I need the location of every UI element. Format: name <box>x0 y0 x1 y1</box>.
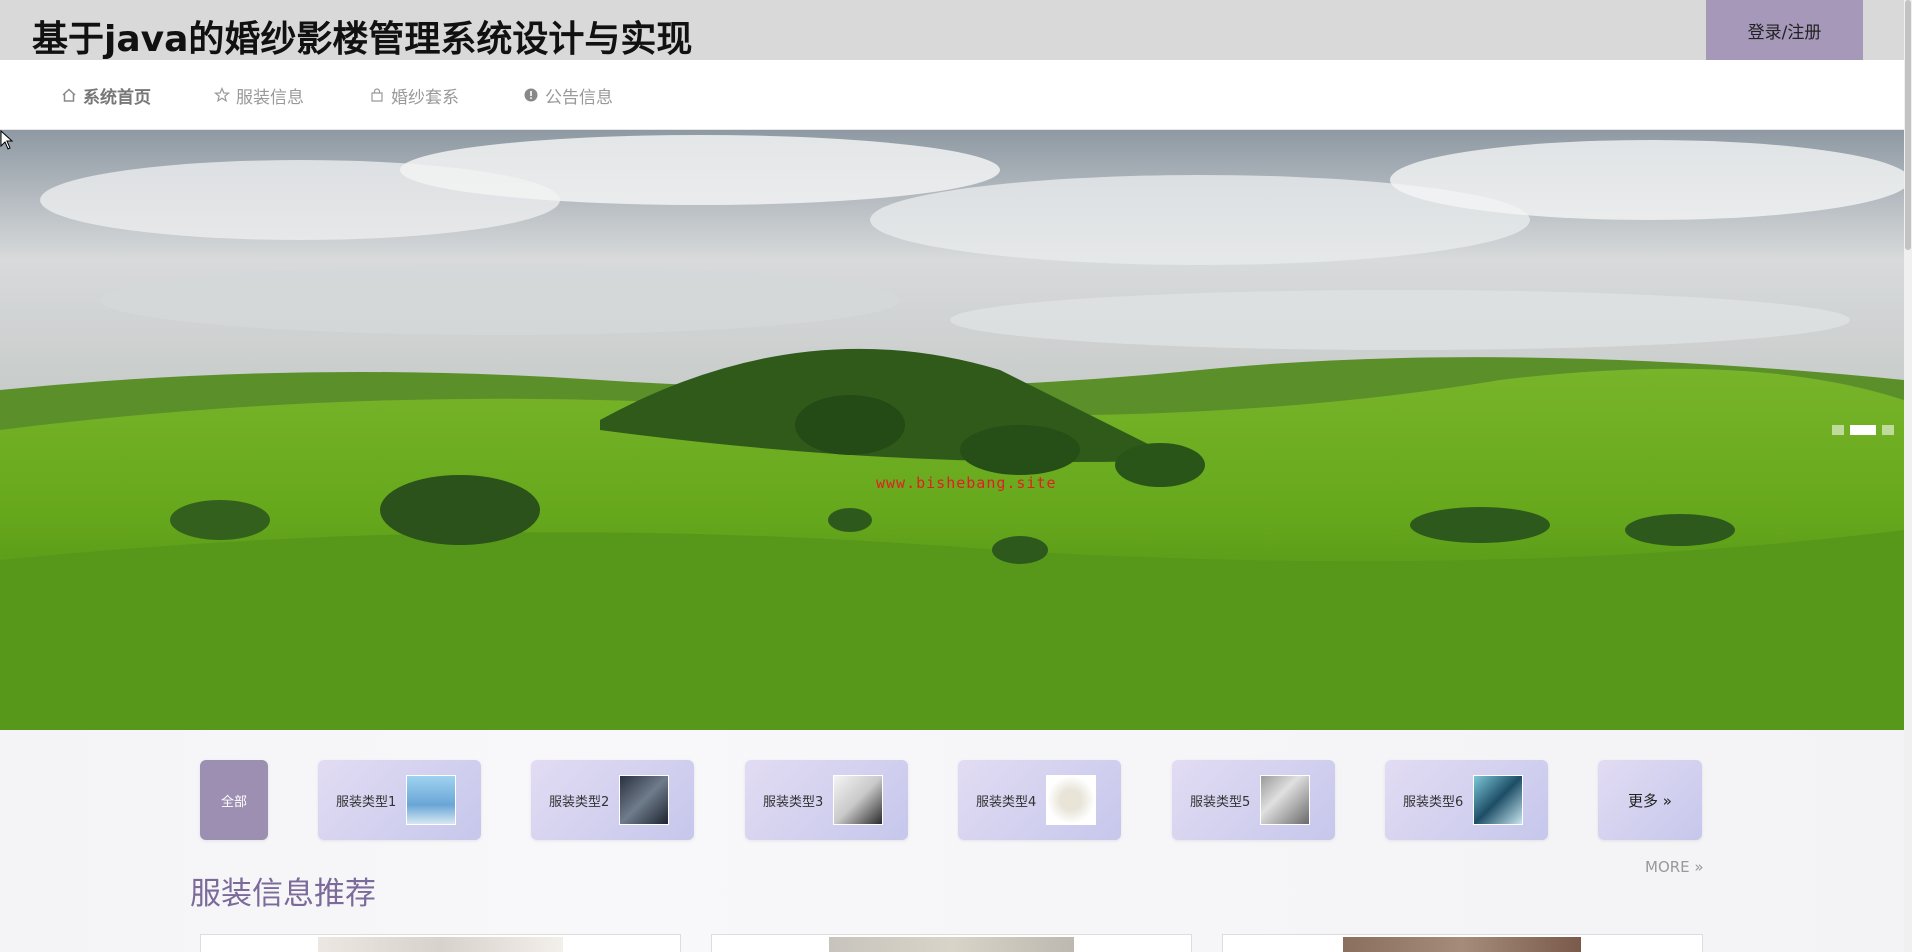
product-card[interactable] <box>200 934 681 952</box>
page-scrollbar[interactable] <box>1904 0 1912 952</box>
category-item[interactable]: 服装类型6 <box>1385 760 1548 840</box>
info-icon <box>522 86 540 104</box>
watermark-text: www.bishebang.site <box>876 474 1057 492</box>
nav-item-wedding-packages[interactable]: 婚纱套系 <box>368 60 459 130</box>
scrollbar-thumb[interactable] <box>1905 0 1911 250</box>
more-link[interactable]: MORE » <box>1645 858 1704 876</box>
category-label: 服装类型4 <box>976 794 1037 810</box>
carousel-dot[interactable] <box>1882 425 1894 435</box>
category-all-button[interactable]: 全部 <box>200 760 268 840</box>
top-header: 基于java的婚纱影楼管理系统设计与实现 登录/注册 <box>0 0 1904 60</box>
star-icon <box>213 86 231 104</box>
product-image <box>318 937 563 952</box>
category-thumbnail <box>406 775 457 825</box>
category-label: 服装类型6 <box>1403 794 1464 810</box>
category-item[interactable]: 服装类型2 <box>531 760 694 840</box>
nav-item-label: 公告信息 <box>545 87 613 108</box>
bag-icon <box>368 86 386 104</box>
category-label: 服装类型5 <box>1190 794 1251 810</box>
section-title: 服装信息推荐 <box>190 876 376 912</box>
product-image <box>1343 937 1581 952</box>
nav-item-announcements[interactable]: 公告信息 <box>522 60 613 130</box>
category-thumbnail <box>1473 775 1524 825</box>
nav-item-clothing[interactable]: 服装信息 <box>213 60 304 130</box>
category-label: 服装类型1 <box>336 794 397 810</box>
product-card[interactable] <box>711 934 1192 952</box>
carousel-dot-active[interactable] <box>1850 425 1876 435</box>
login-register-button[interactable]: 登录/注册 <box>1706 0 1863 60</box>
carousel-pagination <box>1832 425 1894 435</box>
nav-item-home[interactable]: 系统首页 <box>60 60 151 130</box>
category-thumbnail <box>833 775 884 825</box>
landscape-image <box>0 130 1904 730</box>
category-item[interactable]: 服装类型1 <box>318 760 481 840</box>
nav-item-label: 婚纱套系 <box>391 87 459 108</box>
category-item[interactable]: 服装类型3 <box>745 760 908 840</box>
home-icon <box>60 86 78 104</box>
product-image <box>829 937 1074 952</box>
carousel-dot[interactable] <box>1832 425 1844 435</box>
category-more-button[interactable]: 更多 » <box>1598 760 1702 840</box>
banner-carousel[interactable]: www.bishebang.site <box>0 130 1904 730</box>
nav-item-label: 系统首页 <box>83 87 151 108</box>
content-area: 全部 服装类型1 服装类型2 服装类型3 服装类型4 服装类型5 服装类型6 更… <box>0 730 1904 952</box>
nav-item-label: 服装信息 <box>236 87 304 108</box>
category-item[interactable]: 服装类型5 <box>1172 760 1335 840</box>
category-item[interactable]: 服装类型4 <box>958 760 1121 840</box>
category-thumbnail <box>619 775 670 825</box>
category-thumbnail <box>1046 775 1097 825</box>
product-card[interactable] <box>1222 934 1703 952</box>
site-title: 基于java的婚纱影楼管理系统设计与实现 <box>32 19 693 60</box>
category-thumbnail <box>1260 775 1311 825</box>
main-nav: 系统首页 服装信息 婚纱套系 公告信息 <box>0 60 1904 130</box>
mouse-cursor-icon <box>0 130 14 150</box>
category-label: 全部 <box>220 794 247 810</box>
category-label: 服装类型2 <box>549 794 610 810</box>
category-label: 服装类型3 <box>763 794 824 810</box>
